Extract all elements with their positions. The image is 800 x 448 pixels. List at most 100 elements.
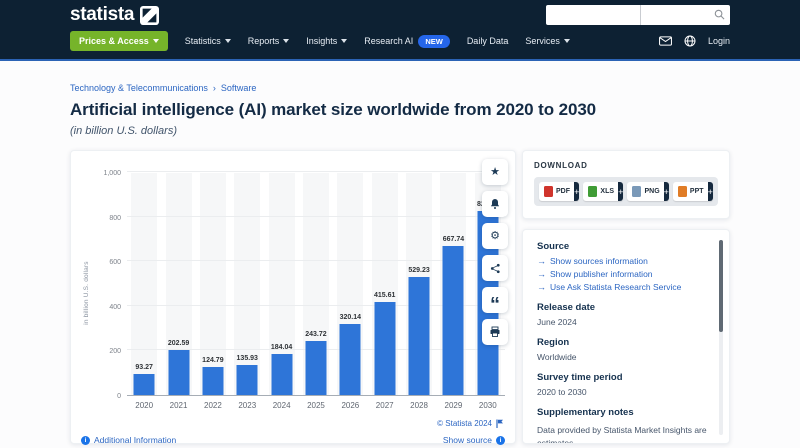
search-divider bbox=[639, 5, 641, 25]
nav-label: Research AI bbox=[364, 36, 414, 46]
add-icon[interactable]: + bbox=[663, 182, 669, 201]
share-button[interactable] bbox=[482, 255, 508, 281]
bell-icon bbox=[489, 198, 501, 210]
y-tick-label: 400 bbox=[109, 303, 121, 311]
logo-text: statista bbox=[70, 4, 135, 25]
show-sources-information-link[interactable]: → Show sources information bbox=[537, 256, 715, 266]
additional-information-link[interactable]: Additional Information bbox=[81, 435, 176, 445]
copyright-label[interactable]: © Statista 2024 bbox=[437, 419, 492, 428]
pdf-file-icon bbox=[544, 186, 553, 197]
nav-label: Statistics bbox=[184, 36, 221, 46]
info-icon bbox=[496, 435, 505, 445]
chart-bar[interactable] bbox=[374, 302, 396, 395]
chart-bar[interactable] bbox=[442, 246, 464, 395]
y-tick-label: 0 bbox=[117, 393, 121, 400]
language-button[interactable] bbox=[684, 35, 696, 47]
chart-bar[interactable] bbox=[305, 340, 327, 395]
scrollbar-thumb[interactable] bbox=[719, 240, 723, 332]
share-icon bbox=[490, 263, 501, 274]
chart-column: 124.79 bbox=[196, 173, 230, 395]
add-icon[interactable]: + bbox=[574, 182, 580, 201]
ask-statista-research-service-link[interactable]: → Use Ask Statista Research Service bbox=[537, 282, 715, 292]
download-label: PPT bbox=[689, 188, 704, 195]
chart-column: 243.72 bbox=[299, 173, 333, 395]
bar-value-label: 243.72 bbox=[305, 330, 327, 338]
add-icon[interactable]: + bbox=[707, 182, 713, 201]
download-pdf-button[interactable]: PDF + bbox=[539, 182, 580, 201]
chart-bar[interactable] bbox=[202, 367, 224, 395]
nav-statistics[interactable]: Statistics bbox=[185, 36, 231, 46]
bar-value-label: 135.93 bbox=[236, 354, 258, 362]
bar-value-label: 93.27 bbox=[135, 364, 153, 372]
supplementary-notes-text: Data provided by Statista Market Insight… bbox=[537, 425, 707, 444]
nav-daily-data[interactable]: Daily Data bbox=[467, 36, 509, 46]
source-section-title: Source bbox=[537, 241, 570, 252]
survey-time-period-title: Survey time period bbox=[537, 372, 623, 383]
chevron-down-icon bbox=[563, 39, 570, 43]
show-publisher-information-link[interactable]: → Show publisher information bbox=[537, 269, 715, 279]
search-box[interactable] bbox=[546, 5, 730, 25]
additional-information-label: Additional Information bbox=[94, 435, 177, 445]
release-date-value: June 2024 bbox=[537, 317, 577, 327]
alert-button[interactable] bbox=[482, 191, 508, 217]
chart-bar[interactable] bbox=[168, 349, 190, 395]
search-icon[interactable] bbox=[714, 9, 725, 20]
chart-card: in billion U.S. dollars 0 200 400 600 800 1,0… bbox=[70, 150, 516, 445]
login-link[interactable]: Login bbox=[708, 36, 730, 46]
statista-logo[interactable]: statista bbox=[70, 4, 160, 26]
x-axis-label: 2022 bbox=[204, 401, 222, 410]
y-axis-tick-labels: 0 200 400 600 800 1,000 bbox=[87, 170, 121, 400]
add-icon[interactable]: + bbox=[618, 182, 624, 201]
x-axis-label: 2026 bbox=[341, 401, 360, 410]
chart-bar[interactable] bbox=[339, 323, 361, 395]
flag-icon bbox=[496, 419, 503, 428]
cite-button[interactable]: “ bbox=[482, 287, 508, 316]
chevron-down-icon bbox=[283, 39, 290, 43]
download-xls-button[interactable]: XLS + bbox=[583, 182, 624, 201]
chart-bar[interactable] bbox=[408, 276, 430, 395]
chart-column: 202.59 bbox=[161, 173, 195, 395]
supplementary-notes-title: Supplementary notes bbox=[537, 407, 634, 418]
show-source-link[interactable]: Show source bbox=[443, 435, 505, 445]
site-header: statista Prices & Access Statistics Repo… bbox=[0, 0, 800, 61]
nav-label: Reports bbox=[247, 36, 280, 46]
chart-column: 135.93 bbox=[230, 173, 264, 395]
x-axis-labels: 2020 2021 2022 2023 2024 2025 2026 2027 2028 2029… bbox=[81, 401, 505, 410]
quote-icon: “ bbox=[490, 293, 500, 316]
nav-research-ai[interactable]: Research AI NEW bbox=[364, 34, 450, 48]
arrow-right-icon: → bbox=[537, 269, 546, 279]
show-source-label: Show source bbox=[442, 435, 492, 445]
search-input[interactable] bbox=[546, 5, 730, 25]
survey-time-period-value: 2020 to 2030 bbox=[537, 387, 587, 397]
chart-column: 415.61 bbox=[368, 173, 402, 395]
column-band bbox=[131, 173, 158, 395]
nav-prices-access[interactable]: Prices & Access bbox=[70, 31, 168, 51]
nav-services[interactable]: Services bbox=[525, 36, 570, 46]
breadcrumb-subcategory-link[interactable]: Software bbox=[221, 83, 257, 93]
settings-button[interactable]: ⚙ bbox=[482, 223, 508, 249]
chart-bar[interactable] bbox=[133, 374, 155, 395]
favorite-button[interactable]: ★ bbox=[482, 159, 508, 185]
chart-bar[interactable] bbox=[271, 353, 293, 395]
breadcrumb-category-link[interactable]: Technology & Telecommunications bbox=[70, 83, 208, 93]
png-file-icon bbox=[632, 186, 642, 197]
gear-icon: ⚙ bbox=[490, 229, 500, 242]
arrow-right-icon: → bbox=[537, 256, 546, 266]
print-button[interactable] bbox=[482, 319, 508, 345]
x-axis-label: 2021 bbox=[169, 401, 188, 410]
release-date-title: Release date bbox=[537, 302, 596, 313]
mail-button[interactable] bbox=[659, 36, 672, 46]
download-png-button[interactable]: PNG + bbox=[627, 182, 669, 201]
chart-column: 320.14 bbox=[333, 173, 367, 395]
nav-reports[interactable]: Reports bbox=[248, 36, 290, 46]
nav-insights[interactable]: Insights bbox=[306, 36, 348, 46]
chart-bar[interactable] bbox=[236, 364, 258, 395]
bar-value-label: 320.14 bbox=[339, 313, 362, 321]
x-axis-label: 2029 bbox=[444, 401, 463, 410]
mail-icon bbox=[659, 36, 672, 46]
download-ppt-button[interactable]: PPT + bbox=[672, 182, 713, 201]
chart-column: 184.04 bbox=[264, 173, 298, 395]
chart-plot-area: 93.27 202.59 124.79 135.93 184.04 243.72 320.1… bbox=[127, 171, 505, 396]
printer-icon bbox=[489, 326, 501, 338]
arrow-right-icon: → bbox=[537, 282, 546, 292]
